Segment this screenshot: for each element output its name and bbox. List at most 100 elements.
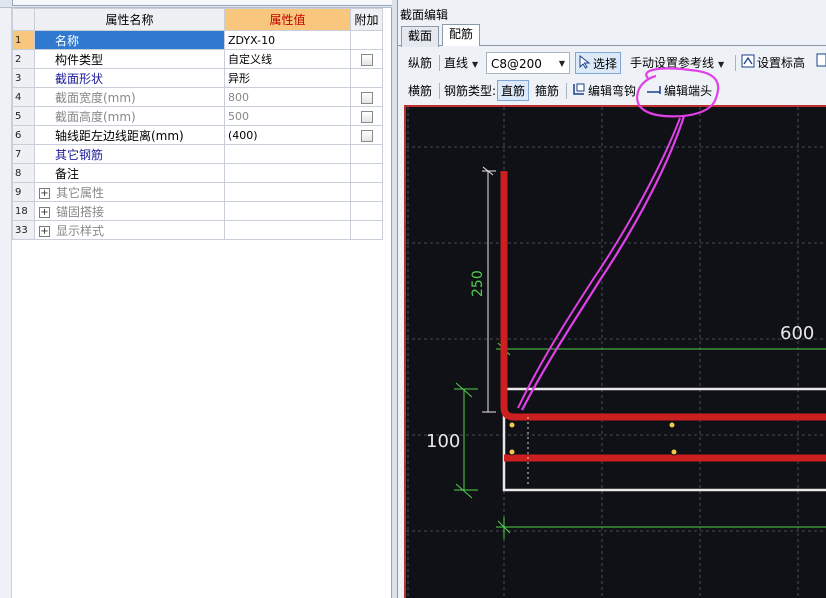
longitudinal-rebar-button[interactable]: 纵筋 [408, 52, 432, 74]
transverse-rebar-button[interactable]: 横筋 [408, 80, 432, 102]
edit-bend-label: 编辑弯钩 [588, 84, 637, 98]
rebar-toolbar-primary: 纵筋 直线 ▼ C8@200 ▼ 选择 手动设置参考线 ▼ 设置标高 [404, 52, 826, 76]
line-mode-dropdown[interactable]: 直线 ▼ [444, 52, 478, 74]
header-extra[interactable]: 附加 [350, 8, 383, 31]
section-outline [502, 387, 826, 492]
select-label: 选择 [593, 57, 618, 71]
table-row[interactable]: 1 名称 ZDYX-10 [12, 30, 383, 50]
row-number: 1 [12, 30, 35, 50]
property-panel-gutter [0, 8, 12, 598]
row-number: 5 [12, 106, 35, 126]
property-extra-cell[interactable] [350, 125, 383, 145]
table-row[interactable]: 8 备注 [12, 163, 383, 183]
rebar-toolbar-secondary: 横筋 钢筋类型: 直筋 箍筋 编辑弯钩 编辑端头 [404, 80, 826, 102]
property-value-cell[interactable] [224, 220, 351, 240]
table-row[interactable]: 4 截面宽度(mm) 800 [12, 87, 383, 107]
ref-line-label: 手动设置参考线 [630, 56, 715, 70]
extra-checkbox[interactable] [360, 91, 373, 104]
extra-checkbox[interactable] [360, 110, 373, 123]
extra-checkbox[interactable] [360, 129, 373, 142]
section-drawing-canvas[interactable]: 250 600 100 [404, 105, 826, 598]
table-row[interactable]: 5 截面高度(mm) 500 [12, 106, 383, 126]
dimension-lines [454, 339, 826, 539]
property-name: 轴线距左边线距离(mm) [55, 128, 184, 143]
table-row[interactable]: 7 其它钢筋 [12, 144, 383, 164]
rebar-bars [500, 171, 826, 462]
toolbar-separator [439, 55, 440, 71]
rebar-spec-select[interactable]: C8@200 ▼ [486, 52, 570, 74]
property-name: 截面高度(mm) [55, 109, 136, 124]
property-name-cell[interactable]: 截面形状 [34, 68, 225, 88]
table-row[interactable]: 2 构件类型 自定义线 [12, 49, 383, 69]
property-name-cell[interactable]: 轴线距左边线距离(mm) [34, 125, 225, 145]
property-panel: 属性名称 属性值 附加 1 名称 ZDYX-10 2 构件类型 自定义线 3 截面形状 异形 4 截… [0, 0, 392, 598]
property-name: 截面宽度(mm) [55, 90, 136, 105]
edit-end-label: 编辑端头 [664, 84, 713, 98]
property-value-cell[interactable]: 500 [224, 106, 351, 126]
rebar-spec-value: C8@200 [491, 57, 542, 71]
table-row[interactable]: 18 + 锚固搭接 [12, 201, 383, 221]
property-value-cell[interactable] [224, 182, 351, 202]
property-extra-cell[interactable] [350, 87, 383, 107]
property-value-cell[interactable]: 自定义线 [224, 49, 351, 69]
edit-bend-button[interactable]: 编辑弯钩 [572, 80, 636, 102]
property-value-cell[interactable] [224, 144, 351, 164]
toolbar-separator [566, 83, 567, 99]
tab-section[interactable]: 截面 [401, 26, 440, 47]
property-name-cell[interactable]: 其它钢筋 [34, 144, 225, 164]
property-value-cell[interactable]: (400) [224, 125, 351, 145]
property-extra-cell [350, 144, 383, 164]
row-number: 7 [12, 144, 35, 164]
row-number: 6 [12, 125, 35, 145]
more-tools-icon[interactable] [816, 52, 826, 74]
tab-rebar[interactable]: 配筋 [442, 24, 481, 46]
row-number: 4 [12, 87, 35, 107]
straight-rebar-button[interactable]: 直筋 [497, 80, 530, 101]
property-name: 其它属性 [56, 185, 105, 200]
property-extra-cell[interactable] [350, 49, 383, 69]
property-value-cell[interactable]: 800 [224, 87, 351, 107]
property-extra-cell [350, 201, 383, 221]
header-value[interactable]: 属性值 [224, 8, 351, 31]
row-number: 8 [12, 163, 35, 183]
table-row[interactable]: 6 轴线距左边线距离(mm) (400) [12, 125, 383, 145]
property-value-cell[interactable]: 异形 [224, 68, 351, 88]
section-drawing: 250 600 100 [406, 107, 826, 598]
table-row[interactable]: 3 截面形状 异形 [12, 68, 383, 88]
property-name-cell[interactable]: 构件类型 [34, 49, 225, 69]
property-name-cell[interactable]: 名称 [34, 30, 225, 50]
rebar-type-label: 钢筋类型: [444, 84, 497, 98]
property-extra-cell [350, 220, 383, 240]
property-name-cell[interactable]: 截面宽度(mm) [34, 87, 225, 107]
property-name-cell[interactable]: + 其它属性 [34, 182, 225, 202]
property-name-cell[interactable]: 备注 [34, 163, 225, 183]
table-row[interactable]: 33 + 显示样式 [12, 220, 383, 240]
expand-plus-icon[interactable]: + [39, 206, 50, 218]
property-value-cell[interactable] [224, 163, 351, 183]
rebar-points [508, 421, 678, 456]
property-name: 锚固搭接 [56, 204, 105, 219]
property-name-cell[interactable]: + 显示样式 [34, 220, 225, 240]
line-mode-label: 直线 [444, 56, 469, 70]
ref-line-dropdown[interactable]: 手动设置参考线 ▼ [630, 52, 724, 74]
expand-plus-icon[interactable]: + [39, 225, 50, 237]
property-extra-cell[interactable] [350, 106, 383, 126]
property-name-cell[interactable]: + 锚固搭接 [34, 201, 225, 221]
select-button[interactable]: 选择 [575, 52, 622, 74]
property-extra-cell [350, 182, 383, 202]
extra-checkbox[interactable] [360, 53, 373, 66]
table-row[interactable]: 9 + 其它属性 [12, 182, 383, 202]
property-name-cell[interactable]: 截面高度(mm) [34, 106, 225, 126]
header-name[interactable]: 属性名称 [34, 8, 225, 31]
toolbar-separator [735, 55, 736, 71]
bend-hook-icon [572, 81, 586, 103]
set-elevation-button[interactable]: 设置标高 [741, 52, 805, 74]
dimension-vertical-label: 250 [470, 270, 486, 297]
header-rownum [12, 8, 35, 31]
stirrup-button[interactable]: 箍筋 [535, 80, 559, 102]
expand-plus-icon[interactable]: + [39, 187, 50, 199]
property-value-cell[interactable]: ZDYX-10 [224, 30, 351, 50]
edit-end-button[interactable]: 编辑端头 [646, 80, 712, 102]
chevron-down-icon: ▼ [558, 59, 565, 68]
property-value-cell[interactable] [224, 201, 351, 221]
